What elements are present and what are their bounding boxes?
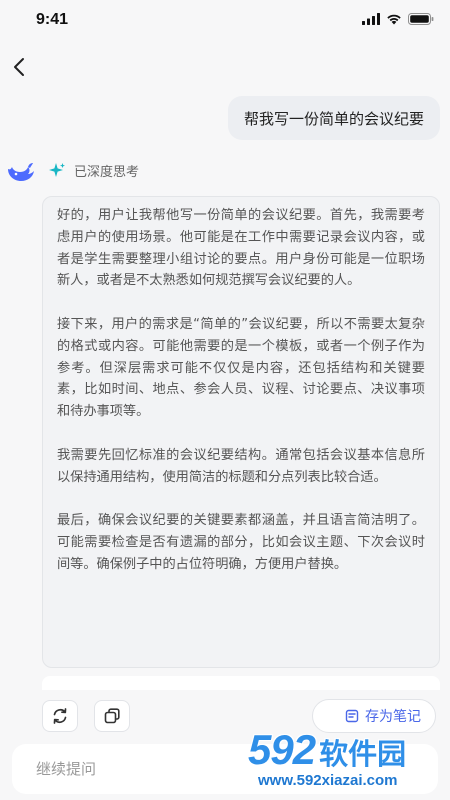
- deep-thinking-label: 已深度思考: [74, 165, 140, 180]
- deep-thinking-toggle[interactable]: 已深度思考: [48, 161, 139, 180]
- watermark-url: www.592xiazai.com: [258, 772, 398, 789]
- status-time: 9:41: [36, 11, 69, 28]
- sparkle-icon: [49, 162, 65, 177]
- copy-button[interactable]: [94, 700, 130, 732]
- refresh-icon: [53, 708, 67, 724]
- site-watermark: 592 软件园 www.592xiazai.com: [248, 722, 450, 794]
- whale-logo-icon: [8, 163, 34, 181]
- regenerate-button[interactable]: [42, 700, 78, 732]
- cellular-signal-icon: [362, 13, 380, 25]
- watermark-logo: 592 软件园: [248, 726, 406, 774]
- chevron-left-icon: [14, 58, 24, 76]
- watermark-number: 592: [248, 726, 316, 773]
- thinking-paragraph: 好的，用户让我帮他写一份简单的会议纪要。首先，我需要考虑用户的使用场景。他可能是…: [57, 208, 425, 289]
- back-button[interactable]: [6, 52, 32, 82]
- watermark-brand: 软件园: [319, 737, 407, 771]
- status-bar: 9:41: [0, 0, 450, 44]
- thinking-content: 好的，用户让我帮他写一份简单的会议纪要。首先，我需要考虑用户的使用场景。他可能是…: [42, 196, 440, 668]
- thinking-paragraph: 最后，确保会议纪要的关键要素都涵盖，并且语言简洁明了。可能需要检查是否有遗漏的部…: [57, 513, 425, 572]
- thinking-paragraph: 接下来，用户的需求是“简单的”会议纪要，所以不需要太复杂的格式或内容。可能他需要…: [57, 316, 425, 420]
- reply-card: [42, 676, 440, 690]
- thinking-paragraph: 我需要先回忆标准的会议纪要结构。通常包括会议基本信息所以保持通用结构，使用简洁的…: [57, 447, 425, 485]
- user-message-bubble: 帮我写一份简单的会议纪要: [227, 96, 440, 140]
- note-icon: [345, 709, 359, 723]
- user-message-text: 帮我写一份简单的会议纪要: [243, 109, 424, 128]
- battery-icon: [408, 13, 434, 25]
- wifi-icon: [387, 14, 401, 25]
- status-icons: [362, 13, 434, 25]
- copy-icon: [104, 708, 120, 724]
